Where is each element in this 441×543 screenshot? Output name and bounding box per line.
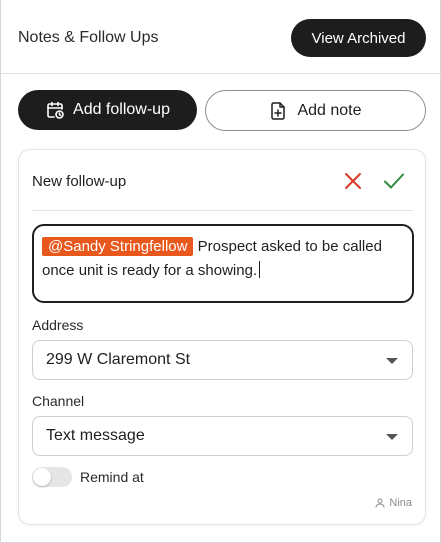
panel-title: Notes & Follow Ups	[18, 29, 159, 46]
card-title: New follow-up	[32, 173, 127, 190]
author-info: Nina	[375, 497, 412, 509]
address-select[interactable]: 299 W Claremont St	[32, 340, 413, 380]
text-cursor	[259, 261, 261, 278]
add-followup-button[interactable]: Add follow-up	[18, 90, 197, 130]
mention-tag[interactable]: @Sandy Stringfellow	[42, 237, 194, 256]
remind-toggle[interactable]	[32, 467, 72, 487]
file-plus-icon	[269, 101, 287, 121]
chevron-down-icon	[386, 358, 398, 364]
address-value: 299 W Claremont St	[46, 351, 191, 368]
add-note-button[interactable]: Add note	[205, 90, 426, 131]
channel-label: Channel	[32, 393, 85, 409]
panel-header: Notes & Follow Ups View Archived	[1, 0, 441, 74]
add-followup-label: Add follow-up	[73, 101, 170, 118]
author-name: Nina	[389, 497, 412, 509]
close-icon[interactable]	[343, 171, 363, 191]
add-note-label: Add note	[297, 101, 362, 119]
channel-select[interactable]: Text message	[32, 416, 413, 456]
remind-label: Remind at	[80, 469, 144, 485]
card-divider	[32, 210, 413, 211]
view-archived-button[interactable]: View Archived	[291, 19, 426, 57]
check-icon[interactable]	[383, 171, 405, 191]
followup-text-editor[interactable]: @Sandy Stringfellow Prospect asked to be…	[32, 224, 414, 303]
calendar-clock-icon	[45, 100, 65, 120]
channel-value: Text message	[46, 427, 145, 444]
notes-panel: Notes & Follow Ups View Archived Add fol…	[0, 0, 441, 543]
address-label: Address	[32, 317, 84, 333]
chevron-down-icon	[386, 434, 398, 440]
new-followup-card: New follow-up @Sandy Stringfellow Prospe…	[18, 149, 426, 525]
toggle-knob	[33, 468, 51, 486]
user-icon	[375, 498, 385, 508]
